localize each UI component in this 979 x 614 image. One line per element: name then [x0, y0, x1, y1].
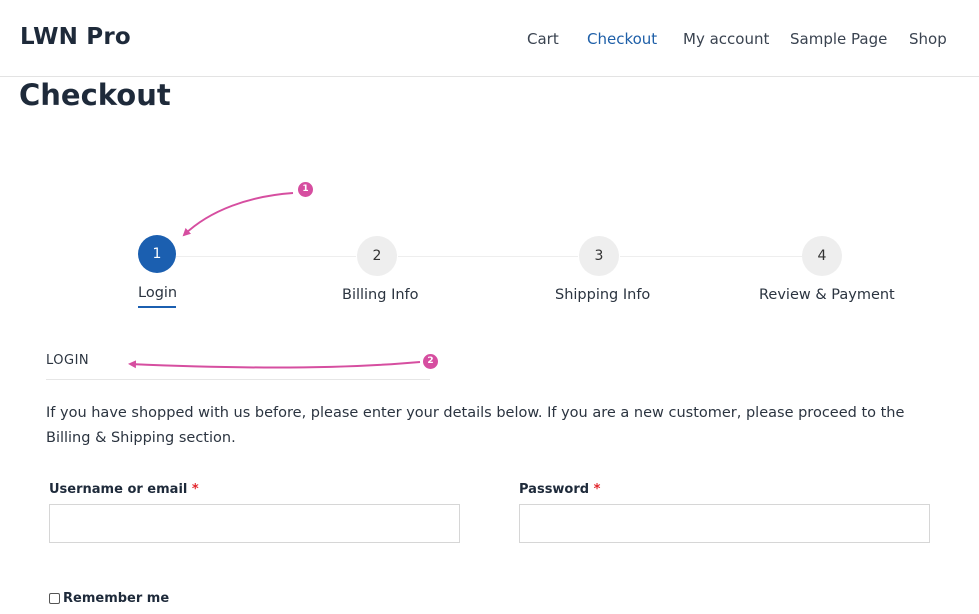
annotation-arrow-1	[182, 192, 294, 237]
annotation-badge-2: 2	[423, 354, 438, 369]
annotation-arrow-2	[128, 360, 421, 369]
annotation-arrows	[128, 192, 421, 369]
annotation-badge-1: 1	[298, 182, 313, 197]
